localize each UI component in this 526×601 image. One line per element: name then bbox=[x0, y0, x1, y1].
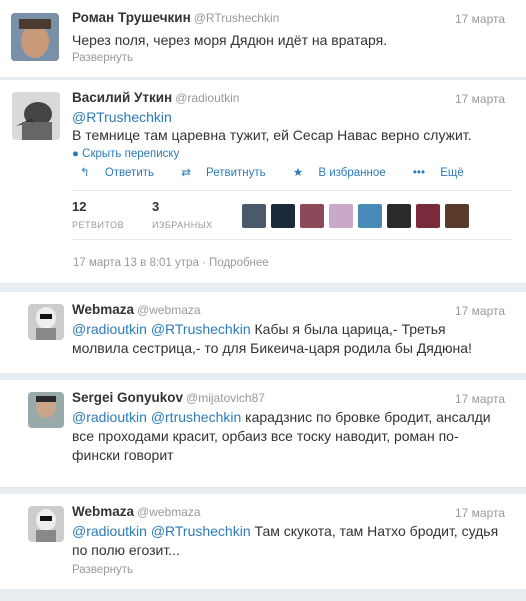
reply-card[interactable]: Sergei Gonyukov @mijatovich87 17 марта @r… bbox=[0, 380, 526, 488]
author-name[interactable]: Sergei Gonyukov bbox=[72, 390, 183, 405]
tweet-text: В темнице там царевна тужит, ей Сесар На… bbox=[72, 127, 472, 143]
author-handle[interactable]: @RTrushechkin bbox=[194, 11, 280, 25]
star-icon: ★ bbox=[292, 167, 304, 179]
reply-icon: ↰ bbox=[80, 167, 90, 179]
conversation-icon: ● bbox=[72, 148, 79, 160]
tweet-date[interactable]: 17 марта bbox=[455, 304, 505, 318]
more-icon: ••• bbox=[412, 167, 425, 179]
retweet-icon: ⇄ bbox=[181, 167, 191, 179]
author-name[interactable]: Webmaza bbox=[72, 302, 134, 317]
avatar[interactable] bbox=[11, 13, 59, 61]
user-thumbnail[interactable] bbox=[300, 204, 324, 228]
user-thumbnail[interactable] bbox=[271, 204, 295, 228]
tweet-date[interactable]: 17 марта bbox=[455, 392, 505, 406]
hide-conversation-link[interactable]: ● Скрыть переписку bbox=[72, 148, 179, 160]
author-name[interactable]: Роман Трушечкин bbox=[72, 10, 191, 25]
mention-link[interactable]: @RTrushechkin bbox=[151, 321, 251, 337]
user-thumbnail[interactable] bbox=[445, 204, 469, 228]
more-button[interactable]: ••• Ещё bbox=[413, 167, 476, 179]
tweet-text: @radioutkin @RTrushechkin Кабы я была ца… bbox=[72, 321, 446, 337]
tweet-text-line: по полю егозит... bbox=[72, 542, 180, 558]
mention-link[interactable]: @RTrushechkin bbox=[151, 523, 251, 539]
tweet-card-expanded[interactable]: Василий Уткин @radioutkin 17 марта @RTrus… bbox=[0, 80, 526, 284]
tweet-timestamp[interactable]: 17 марта 13 в 8:01 утра · Подробнее bbox=[73, 257, 269, 269]
user-thumbnail[interactable] bbox=[242, 204, 266, 228]
tweet-text-line: фински говорит bbox=[72, 447, 174, 463]
retweet-count[interactable]: 12 РЕТВИТОВ bbox=[72, 199, 124, 230]
author-name[interactable]: Василий Уткин bbox=[72, 90, 172, 105]
reply-button[interactable]: ↰ Ответить bbox=[80, 167, 166, 179]
tweet-date[interactable]: 17 марта bbox=[455, 92, 505, 106]
tweet-text: Через поля, через моря Дядюн идёт на вра… bbox=[72, 32, 388, 48]
tweet-text-line: все проходами красит, орбаиз все тоску н… bbox=[72, 428, 459, 444]
mention-link[interactable]: @radioutkin bbox=[72, 523, 147, 539]
author-name[interactable]: Webmaza bbox=[72, 504, 134, 519]
author-handle[interactable]: @radioutkin bbox=[175, 91, 239, 105]
user-thumbnail[interactable] bbox=[416, 204, 440, 228]
mention-link[interactable]: @radioutkin bbox=[72, 321, 147, 337]
tweet-date[interactable]: 17 марта bbox=[455, 506, 505, 520]
tweet-text-line: молвила сестрица,- то для Бикеича-царя р… bbox=[72, 340, 472, 356]
author-handle[interactable]: @webmaza bbox=[137, 505, 201, 519]
tweet-card[interactable]: Роман Трушечкин @RTrushechkin 17 марта Че… bbox=[0, 0, 526, 78]
mention-link[interactable]: @rtrushechkin bbox=[151, 409, 241, 425]
avatar[interactable] bbox=[12, 92, 60, 140]
author-handle[interactable]: @webmaza bbox=[137, 303, 201, 317]
avatar[interactable] bbox=[28, 506, 64, 542]
tweet-stats: 12 РЕТВИТОВ 3 ИЗБРАННЫХ bbox=[72, 190, 512, 240]
reply-card[interactable]: Webmaza @webmaza 17 марта @radioutkin @RT… bbox=[0, 292, 526, 374]
user-thumbnail[interactable] bbox=[329, 204, 353, 228]
retweet-button[interactable]: ⇄ Ретвитнуть bbox=[181, 167, 277, 179]
author-handle[interactable]: @mijatovich87 bbox=[186, 391, 265, 405]
tweet-mention[interactable]: @RTrushechkin bbox=[72, 108, 172, 127]
tweet-date[interactable]: 17 марта bbox=[455, 12, 505, 26]
reply-card[interactable]: Webmaza @webmaza 17 марта @radioutkin @RT… bbox=[0, 494, 526, 590]
tweet-actions: ↰ Ответить ⇄ Ретвитнуть ★ В избранное ••… bbox=[80, 165, 488, 179]
avatar[interactable] bbox=[28, 392, 64, 428]
mention-link[interactable]: @radioutkin bbox=[72, 409, 147, 425]
favorite-count[interactable]: 3 ИЗБРАННЫХ bbox=[152, 199, 213, 230]
expand-link[interactable]: Развернуть bbox=[72, 52, 133, 64]
favorite-button[interactable]: ★ В избранное bbox=[293, 167, 398, 179]
user-thumbnail[interactable] bbox=[387, 204, 411, 228]
tweet-text: @radioutkin @RTrushechkin Там скукота, т… bbox=[72, 523, 499, 539]
avatar[interactable] bbox=[28, 304, 64, 340]
expand-link[interactable]: Развернуть bbox=[72, 564, 133, 576]
user-thumbnail[interactable] bbox=[358, 204, 382, 228]
tweet-text: @radioutkin @rtrushechkin карадзнис по б… bbox=[72, 409, 491, 425]
